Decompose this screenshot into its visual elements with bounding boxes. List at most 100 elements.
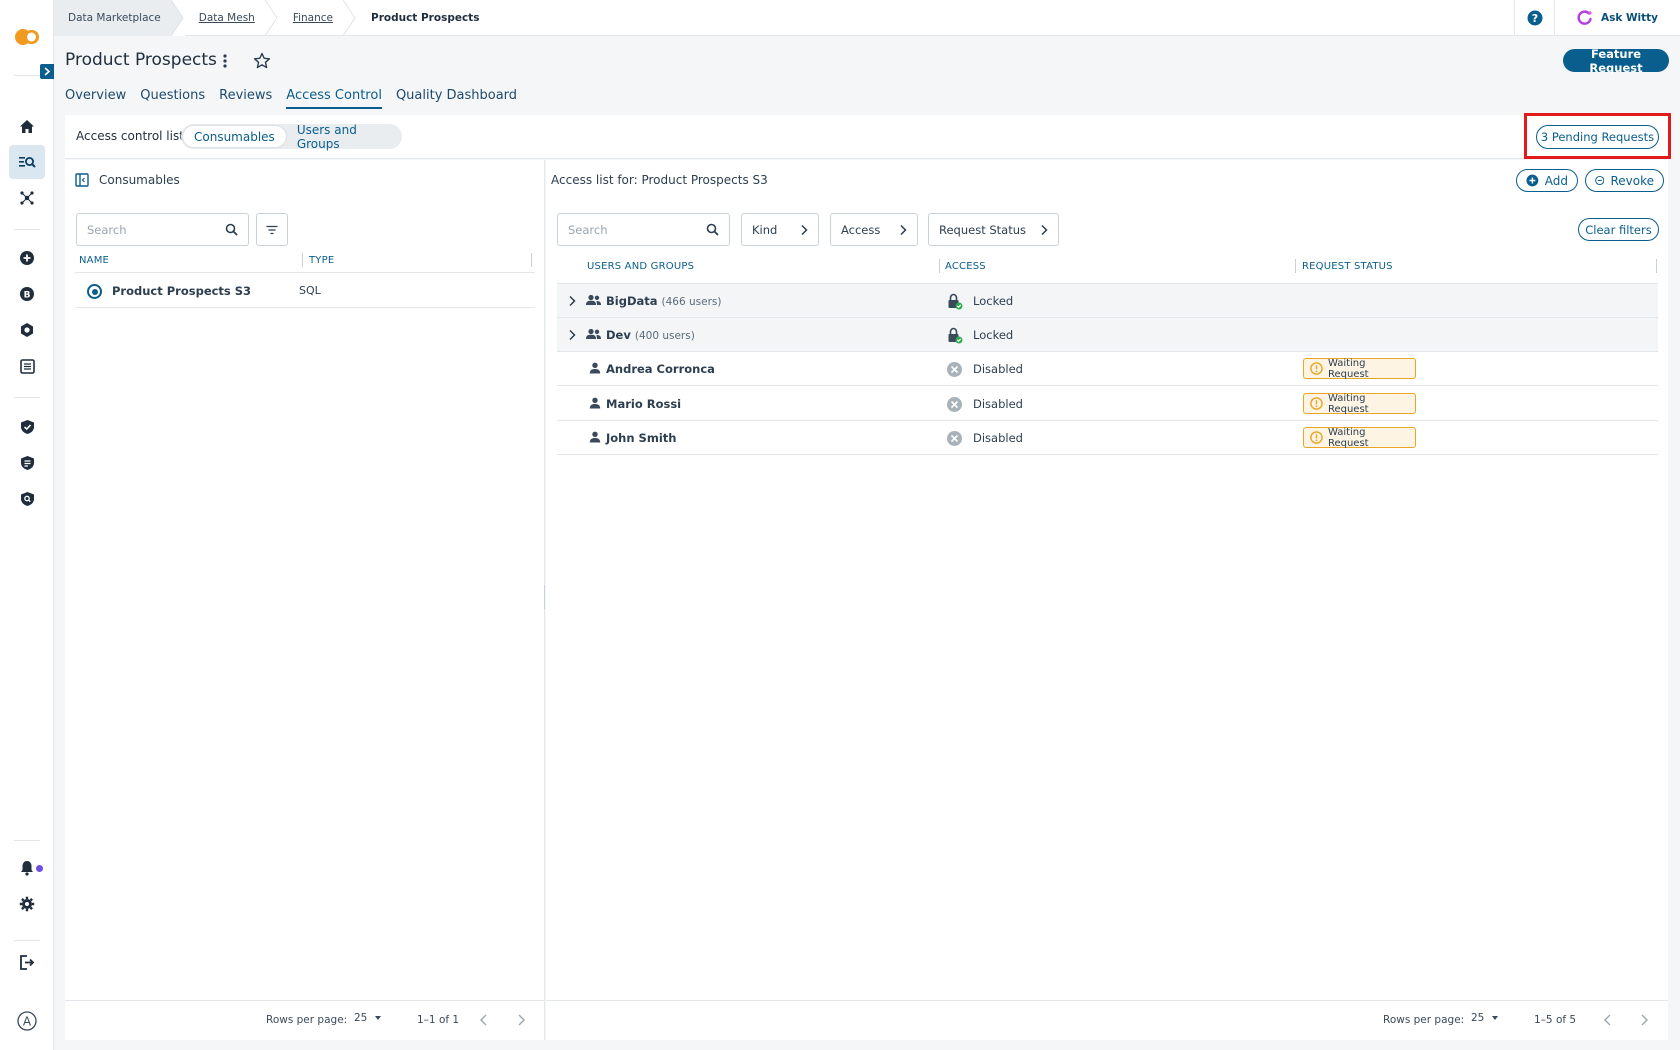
column-divider[interactable] (302, 253, 303, 267)
hexagon-icon[interactable] (9, 313, 45, 347)
add-circle-icon[interactable] (9, 241, 45, 275)
consumables-search-input[interactable]: Search (76, 213, 249, 246)
bitcoin-icon[interactable]: B (9, 277, 45, 311)
disabled-icon (947, 397, 962, 412)
kind-filter-button[interactable]: Kind (741, 213, 819, 246)
breadcrumb-finance[interactable]: Finance (279, 0, 357, 36)
rows-per-page-select[interactable]: 25 (1471, 1012, 1502, 1024)
access-value: Locked (973, 328, 1014, 342)
column-header-access[interactable]: ACCESS (945, 261, 986, 272)
remove-circle-icon (1595, 175, 1605, 186)
rail-divider (14, 75, 40, 76)
column-header-type[interactable]: TYPE (309, 255, 334, 266)
column-header-name[interactable]: NAME (79, 255, 109, 266)
access-search-input[interactable]: Search (557, 213, 730, 246)
next-page-button[interactable] (1639, 1014, 1649, 1026)
tab-reviews[interactable]: Reviews (219, 86, 272, 109)
shield-list-icon[interactable] (9, 446, 45, 480)
next-page-button[interactable] (516, 1014, 526, 1026)
catalog-search-icon[interactable] (9, 145, 45, 179)
breadcrumb: Data Marketplace Data Mesh Finance Produ… (54, 0, 503, 36)
table-row[interactable]: Andrea Corronca Disabled Waiting Request (557, 352, 1658, 386)
filter-button[interactable] (256, 213, 288, 246)
consumable-name: Product Prospects S3 (112, 284, 252, 298)
rail-divider (14, 840, 40, 841)
notification-dot (36, 865, 43, 872)
clear-filters-button[interactable]: Clear filters (1578, 218, 1659, 241)
rows-per-page-label: Rows per page: (1383, 1014, 1465, 1026)
list-icon[interactable] (9, 349, 45, 383)
status-badge: Waiting Request (1303, 393, 1416, 415)
tab-overview[interactable]: Overview (65, 86, 126, 109)
column-header-users-and-groups[interactable]: USERS AND GROUPS (587, 261, 694, 272)
prev-page-button[interactable] (1603, 1014, 1613, 1026)
principal-name: Dev (400 users) (606, 328, 695, 342)
mesh-icon[interactable] (9, 181, 45, 215)
disabled-icon (947, 431, 962, 446)
chevron-right-icon (518, 1014, 525, 1026)
chevron-right-icon (1041, 224, 1048, 235)
access-list-panel: Access list for: Product Prospects S3 Ad… (546, 160, 1668, 1040)
table-row[interactable]: John Smith Disabled Waiting Request (557, 421, 1658, 455)
column-divider[interactable] (939, 259, 940, 273)
expand-row-icon[interactable] (567, 329, 577, 341)
breadcrumb-current: Product Prospects (357, 0, 503, 36)
app-logo[interactable] (13, 27, 41, 47)
ask-witty-button[interactable]: Ask Witty (1554, 0, 1680, 36)
gear-icon[interactable] (9, 887, 45, 921)
row-radio[interactable] (87, 284, 102, 299)
column-divider[interactable] (1656, 259, 1657, 273)
avatar-icon[interactable]: A (9, 1004, 45, 1038)
pending-requests-button[interactable]: 3 Pending Requests (1536, 125, 1659, 149)
feature-request-button[interactable]: Feature Request (1563, 47, 1669, 75)
tab-questions[interactable]: Questions (140, 86, 205, 109)
principal-name-text: BigData (606, 294, 658, 308)
add-button[interactable]: Add (1516, 169, 1578, 192)
tab-bar: Overview Questions Reviews Access Contro… (65, 86, 531, 109)
table-row[interactable]: Product Prospects S3 SQL (75, 273, 535, 308)
table-row[interactable]: Dev (400 users) Locked (557, 318, 1658, 352)
column-header-request-status[interactable]: REQUEST STATUS (1302, 261, 1393, 272)
person-icon (589, 397, 601, 409)
add-circle-icon (1526, 174, 1539, 187)
column-divider[interactable] (1295, 259, 1296, 273)
column-divider[interactable] (531, 253, 532, 267)
principal-name-text: Dev (606, 328, 631, 342)
expand-rail-button[interactable] (40, 64, 54, 79)
request-status-filter-button[interactable]: Request Status (928, 213, 1059, 246)
segment-consumables[interactable]: Consumables (183, 126, 286, 147)
caret-down-icon (1492, 1016, 1499, 1020)
access-value: Disabled (973, 397, 1023, 411)
search-icon (706, 223, 719, 236)
rail-divider (14, 229, 40, 230)
revoke-button[interactable]: Revoke (1585, 169, 1664, 192)
pagination-range: 1–5 of 5 (1534, 1014, 1577, 1026)
principal-user-count: (400 users) (634, 330, 695, 342)
prev-page-button[interactable] (479, 1014, 489, 1026)
lock-check-icon (948, 327, 963, 344)
warning-icon (1310, 362, 1323, 375)
tab-access-control[interactable]: Access Control (286, 86, 382, 109)
segment-users-and-groups[interactable]: Users and Groups (286, 123, 400, 151)
home-icon[interactable] (9, 109, 45, 143)
left-rail: B A (0, 0, 54, 1050)
caret-down-icon (375, 1016, 382, 1020)
star-icon[interactable] (253, 52, 271, 70)
breadcrumb-label: Data Marketplace (68, 12, 161, 24)
expand-row-icon[interactable] (567, 295, 577, 307)
logout-icon[interactable] (9, 945, 45, 979)
table-row[interactable]: Mario Rossi Disabled Waiting Request (557, 387, 1658, 421)
access-value: Disabled (973, 431, 1023, 445)
rows-per-page-select[interactable]: 25 (354, 1012, 385, 1024)
panel-collapse-icon[interactable] (75, 173, 89, 187)
help-button[interactable]: ? (1514, 0, 1554, 36)
breadcrumb-data-mesh[interactable]: Data Mesh (185, 0, 279, 36)
access-filter-button[interactable]: Access (830, 213, 918, 246)
search-placeholder: Search (87, 222, 127, 237)
breadcrumb-data-marketplace[interactable]: Data Marketplace (54, 0, 185, 36)
shield-search-icon[interactable] (9, 482, 45, 516)
tab-quality-dashboard[interactable]: Quality Dashboard (396, 86, 517, 109)
table-row[interactable]: BigData (466 users) Locked (557, 284, 1658, 318)
shield-check-icon[interactable] (9, 410, 45, 444)
more-options-icon[interactable] (221, 53, 229, 69)
